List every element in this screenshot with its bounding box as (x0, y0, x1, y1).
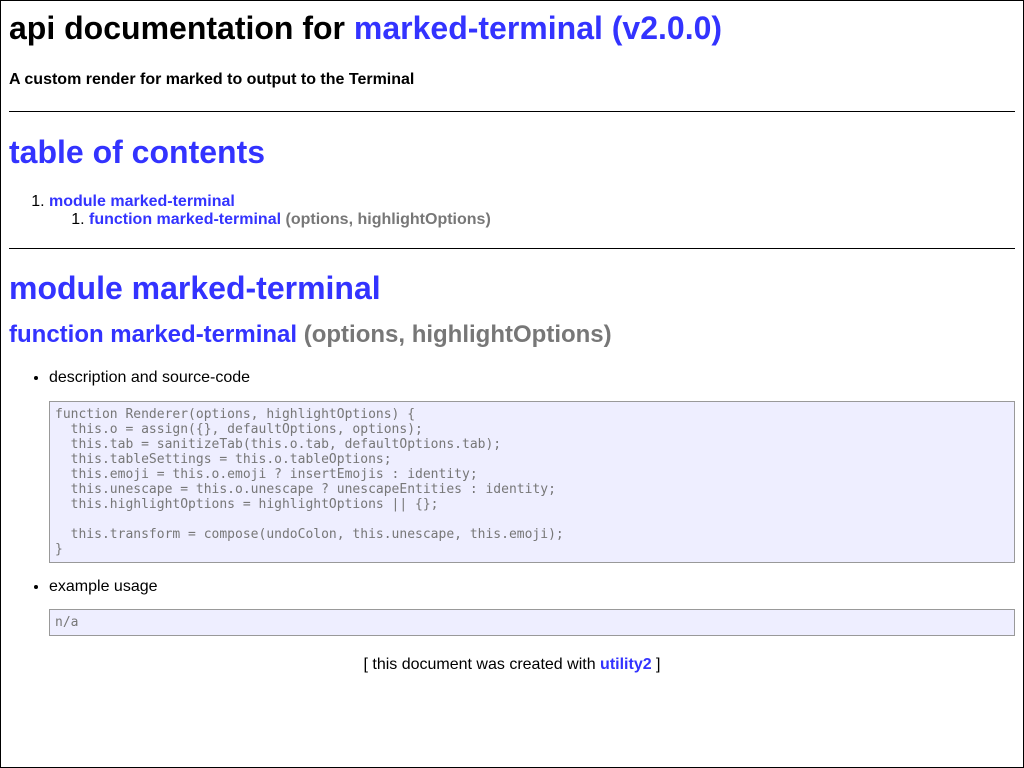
function-heading: function marked-terminal (options, highl… (9, 321, 1015, 349)
page: api documentation for marked-terminal (v… (1, 1, 1023, 674)
function-args: (options, highlightOptions) (303, 321, 612, 348)
function-details: description and source-code function Ren… (9, 369, 1015, 636)
toc-heading-link[interactable]: table of contents (9, 134, 265, 170)
example-code-block: n/a (49, 609, 1015, 636)
source-code-block: function Renderer(options, highlightOpti… (49, 401, 1015, 563)
module-heading: module marked-terminal (9, 269, 1015, 307)
utility2-link[interactable]: utility2 (600, 656, 652, 673)
page-title: api documentation for marked-terminal (v… (9, 1, 1015, 47)
toc-item-module: module marked-terminal function marked-t… (49, 193, 1015, 229)
function-heading-link[interactable]: function marked-terminal (9, 321, 297, 348)
example-label: example usage (49, 578, 158, 595)
page-title-prefix: api documentation for (9, 10, 354, 46)
divider (9, 111, 1015, 112)
example-item: example usage n/a (49, 578, 1015, 636)
page-subtitle: A custom render for marked to output to … (9, 71, 415, 88)
toc-function-args: (options, highlightOptions) (285, 211, 491, 228)
module-heading-link[interactable]: module marked-terminal (9, 270, 381, 306)
toc-link-module[interactable]: module marked-terminal (49, 193, 235, 210)
footer-suffix: ] (651, 656, 661, 673)
footer-prefix: [ this document was created with (363, 656, 601, 673)
description-item: description and source-code function Ren… (49, 369, 1015, 563)
description-label: description and source-code (49, 369, 251, 386)
toc-link-function[interactable]: function marked-terminal (89, 211, 281, 228)
footer: [ this document was created with utility… (9, 656, 1015, 674)
divider (9, 248, 1015, 249)
toc-item-function: function marked-terminal (options, highl… (89, 211, 1015, 229)
toc-heading: table of contents (9, 133, 1015, 171)
toc-sublist: function marked-terminal (options, highl… (49, 211, 1015, 229)
package-link[interactable]: marked-terminal (v2.0.0) (354, 10, 722, 46)
toc-list: module marked-terminal function marked-t… (9, 193, 1015, 229)
